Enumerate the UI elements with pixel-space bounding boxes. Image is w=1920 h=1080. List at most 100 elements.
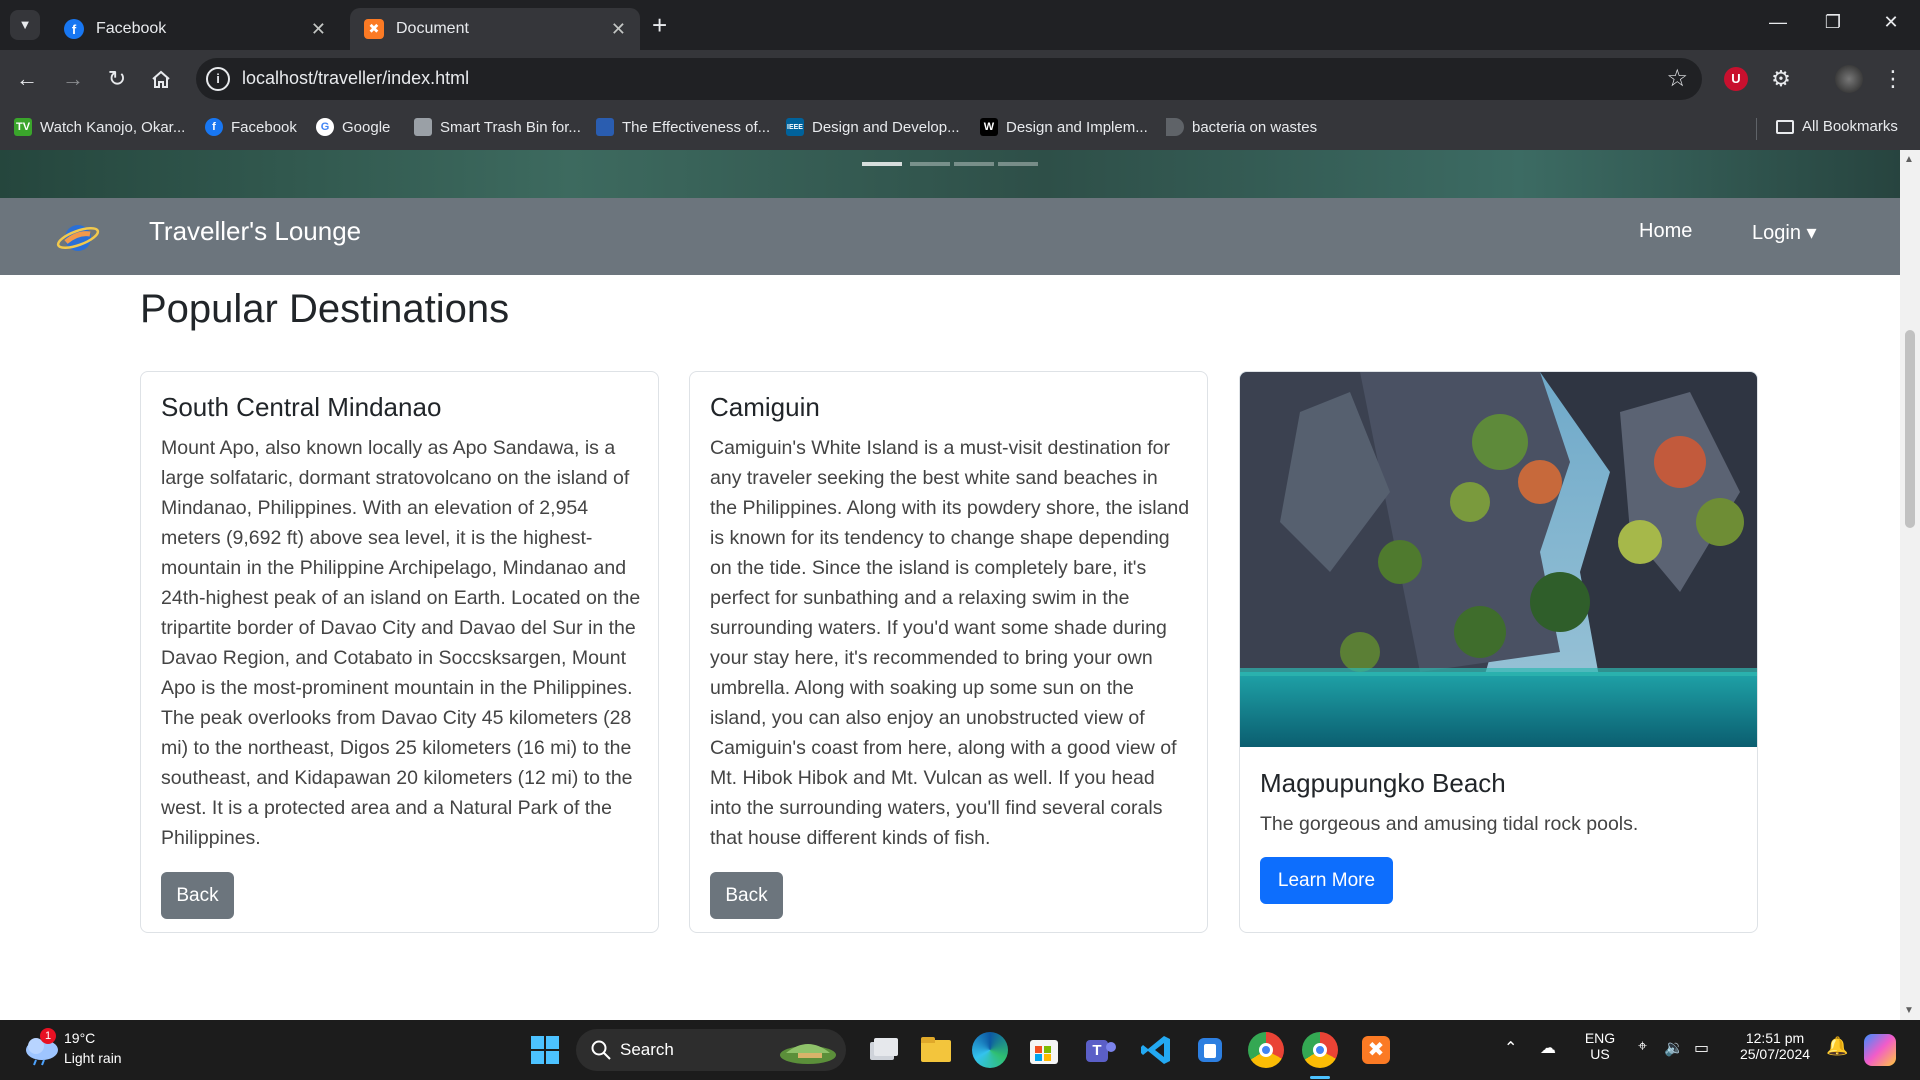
xampp-icon: ✖ xyxy=(364,19,384,39)
page-scrollbar[interactable]: ▲ ▼ xyxy=(1900,150,1920,1020)
close-icon[interactable]: ✕ xyxy=(311,19,326,40)
info-icon[interactable]: i xyxy=(206,67,230,91)
teams-icon[interactable]: T xyxy=(1082,1032,1118,1068)
ublock-extension-icon[interactable]: U xyxy=(1724,67,1748,91)
restore-icon[interactable]: ❐ xyxy=(1818,12,1848,33)
home-icon[interactable] xyxy=(146,64,176,94)
url-text[interactable]: localhost/traveller/index.html xyxy=(242,68,469,89)
facebook-icon: f xyxy=(64,19,84,39)
google-icon: G xyxy=(316,118,334,136)
minimize-icon[interactable]: — xyxy=(1763,12,1793,33)
scroll-down-icon[interactable]: ▼ xyxy=(1904,1005,1914,1016)
bookmark-label: Watch Kanojo, Okar... xyxy=(40,118,186,136)
bookmark-label: bacteria on wastes xyxy=(1192,118,1318,136)
edge-icon[interactable] xyxy=(972,1032,1008,1068)
bookmark-label: Design and Implem... xyxy=(1006,118,1148,136)
document-icon xyxy=(414,118,432,136)
extensions-puzzle-icon[interactable]: ⚙ xyxy=(1766,64,1796,94)
active-app-indicator xyxy=(1310,1076,1330,1079)
tab-facebook[interactable]: f Facebook ✕ xyxy=(50,8,340,50)
planet-logo-icon[interactable] xyxy=(56,214,100,258)
task-view-icon[interactable] xyxy=(864,1032,900,1068)
bookmark-item[interactable]: W Design and Implem... xyxy=(980,118,1148,136)
new-tab-button[interactable]: + xyxy=(652,10,667,41)
wifi-icon[interactable]: ⌖ xyxy=(1638,1038,1647,1056)
search-label: Search xyxy=(620,1040,674,1059)
app-icon[interactable] xyxy=(1192,1032,1228,1068)
copilot-icon[interactable] xyxy=(1864,1034,1896,1066)
bookmark-label: Smart Trash Bin for... xyxy=(440,118,581,136)
forward-arrow-icon[interactable]: → xyxy=(58,64,88,94)
wikipedia-icon: W xyxy=(980,118,998,136)
xampp-icon[interactable]: ✖ xyxy=(1358,1032,1394,1068)
windows-taskbar: 1 19°C Light rain Search T ✖ ⌃ ☁ ENG US … xyxy=(0,1020,1920,1080)
vscode-icon[interactable] xyxy=(1138,1032,1174,1068)
window-close-icon[interactable]: ✕ xyxy=(1876,12,1906,33)
chrome-profile-icon[interactable] xyxy=(1302,1032,1338,1068)
address-bar[interactable]: i localhost/traveller/index.html ☆ xyxy=(196,58,1702,100)
nav-home-link[interactable]: Home xyxy=(1639,220,1692,243)
folder-icon xyxy=(1776,119,1794,134)
all-bookmarks-button[interactable]: All Bookmarks xyxy=(1776,118,1898,135)
page-icon xyxy=(1166,118,1184,136)
bookmark-item[interactable]: IEEE Design and Develop... xyxy=(786,118,960,136)
bookmark-item[interactable]: f Facebook xyxy=(205,118,297,136)
file-explorer-icon[interactable] xyxy=(918,1032,954,1068)
weather-widget[interactable]: 1 19°C Light rain xyxy=(18,1028,138,1072)
clock[interactable]: 12:51 pm 25/07/2024 xyxy=(1730,1030,1820,1062)
scroll-up-icon[interactable]: ▲ xyxy=(1904,154,1914,165)
destination-card: South Central Mindanao Mount Apo, also k… xyxy=(140,371,659,933)
network-warning-icon[interactable]: ☁ xyxy=(1540,1038,1556,1058)
bookmark-item[interactable]: G Google xyxy=(316,118,390,136)
store-icon[interactable] xyxy=(1026,1032,1062,1068)
learn-more-button[interactable]: Learn More xyxy=(1260,857,1393,904)
facebook-icon: f xyxy=(205,118,223,136)
carousel-indicator[interactable] xyxy=(954,162,994,166)
tab-search-button[interactable]: ▼ xyxy=(10,10,40,40)
bookmark-label: The Effectiveness of... xyxy=(622,118,771,136)
bookmarks-bar: TV Watch Kanojo, Okar... f Facebook G Go… xyxy=(0,108,1920,150)
profile-avatar[interactable] xyxy=(1835,65,1863,93)
windows-start-icon[interactable] xyxy=(527,1032,563,1068)
reload-icon[interactable]: ↻ xyxy=(102,64,132,94)
bookmark-item[interactable]: TV Watch Kanojo, Okar... xyxy=(14,118,185,136)
language-bottom: US xyxy=(1590,1046,1610,1062)
nav-login-dropdown[interactable]: Login ▾ xyxy=(1752,220,1817,245)
tab-label: Document xyxy=(396,20,469,37)
card-title: Magpupungko Beach xyxy=(1260,768,1506,798)
card-title: Camiguin xyxy=(710,392,820,422)
chrome-icon[interactable] xyxy=(1248,1032,1284,1068)
carousel-indicator[interactable] xyxy=(862,162,902,166)
scroll-thumb[interactable] xyxy=(1905,330,1915,528)
close-icon[interactable]: ✕ xyxy=(611,19,626,40)
more-menu-icon[interactable]: ⋮ xyxy=(1878,64,1908,94)
tv-icon: TV xyxy=(14,118,32,136)
carousel-indicator[interactable] xyxy=(998,162,1038,166)
back-button[interactable]: Back xyxy=(161,872,234,919)
bookmarks-divider xyxy=(1756,118,1757,140)
browser-tab-bar: ▼ f Facebook ✕ ✖ Document ✕ + — ❐ ✕ xyxy=(0,0,1920,50)
tab-label: Facebook xyxy=(96,20,167,37)
back-button[interactable]: Back xyxy=(710,872,783,919)
bookmark-item[interactable]: Smart Trash Bin for... xyxy=(414,118,581,136)
battery-icon[interactable]: ▭ xyxy=(1694,1038,1709,1058)
tray-overflow-icon[interactable]: ⌃ xyxy=(1504,1038,1517,1058)
back-arrow-icon[interactable]: ← xyxy=(12,64,42,94)
carousel-indicator[interactable] xyxy=(910,162,950,166)
volume-icon[interactable]: 🔉 xyxy=(1664,1038,1684,1058)
bookmark-label: Design and Develop... xyxy=(812,118,960,136)
destination-card: Camiguin Camiguin's White Island is a mu… xyxy=(689,371,1208,933)
notification-bell-icon[interactable]: 🔔 xyxy=(1826,1036,1848,1057)
card-text: Mount Apo, also known locally as Apo San… xyxy=(161,437,641,849)
bookmark-item[interactable]: bacteria on wastes xyxy=(1166,118,1317,136)
tab-document[interactable]: ✖ Document ✕ xyxy=(350,8,640,50)
bookmark-label: All Bookmarks xyxy=(1802,118,1898,135)
bookmark-item[interactable]: The Effectiveness of... xyxy=(596,118,770,136)
site-brand[interactable]: Traveller's Lounge xyxy=(149,216,361,247)
taskbar-search[interactable]: Search xyxy=(576,1029,846,1071)
search-highlight-icon xyxy=(780,1044,836,1064)
bookmark-star-icon[interactable]: ☆ xyxy=(1666,64,1688,93)
language-indicator[interactable]: ENG US xyxy=(1580,1030,1620,1062)
ieee-icon: IEEE xyxy=(786,118,804,136)
weather-badge: 1 xyxy=(40,1028,56,1044)
